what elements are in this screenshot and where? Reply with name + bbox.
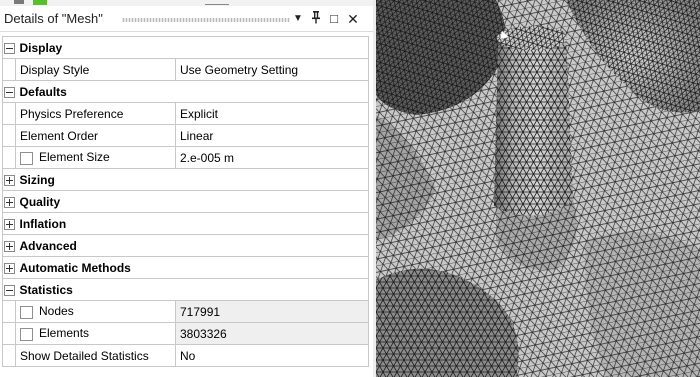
mesh-column-pattern bbox=[494, 29, 573, 216]
category-label[interactable]: Sizing bbox=[15, 168, 369, 191]
category-label[interactable]: Automatic Methods bbox=[15, 256, 369, 279]
category-label[interactable]: Advanced bbox=[15, 234, 369, 257]
category-label[interactable]: Statistics bbox=[15, 278, 369, 301]
property-value[interactable]: Explicit bbox=[175, 102, 369, 125]
category-label[interactable]: Display bbox=[15, 36, 369, 59]
category-row-advanced[interactable]: Advanced bbox=[2, 234, 369, 257]
parameter-checkbox[interactable] bbox=[20, 151, 33, 165]
toolbar-icon[interactable] bbox=[33, 0, 47, 5]
category-label[interactable]: Inflation bbox=[15, 212, 369, 235]
expand-icon[interactable] bbox=[2, 190, 16, 213]
property-label: Display Style bbox=[20, 62, 90, 77]
property-name: Show Detailed Statistics bbox=[15, 344, 176, 367]
mesh-column-top-pattern bbox=[497, 26, 567, 50]
dropdown-icon[interactable]: ▼ bbox=[291, 10, 305, 28]
row-indent bbox=[2, 146, 16, 169]
property-value[interactable]: 2.e-005 m bbox=[175, 146, 369, 169]
property-value: 3803326 bbox=[175, 322, 369, 345]
parameter-checkbox[interactable] bbox=[20, 305, 33, 319]
property-label: Nodes bbox=[39, 304, 74, 319]
details-panel: Details of "Mesh" ▼ □ ✕ Display Display S… bbox=[0, 0, 373, 377]
mesh-lobe-bottom-right-pattern bbox=[585, 232, 700, 377]
property-label: Element Order bbox=[20, 128, 99, 143]
collapse-icon[interactable] bbox=[2, 278, 16, 301]
property-label: Elements bbox=[39, 326, 90, 341]
drag-grip[interactable] bbox=[122, 18, 290, 22]
property-label: Element Size bbox=[39, 150, 110, 165]
row-indent bbox=[2, 58, 16, 81]
property-name: Physics Preference bbox=[15, 102, 176, 125]
mesh-view[interactable] bbox=[376, 0, 700, 377]
row-indent bbox=[2, 124, 16, 147]
category-label[interactable]: Quality bbox=[15, 190, 369, 213]
row-indent bbox=[2, 322, 16, 345]
expand-icon[interactable] bbox=[2, 168, 16, 191]
collapse-icon[interactable] bbox=[2, 36, 16, 59]
expand-icon[interactable] bbox=[2, 212, 16, 235]
category-row-inflation[interactable]: Inflation bbox=[2, 212, 369, 235]
pin-icon[interactable] bbox=[309, 10, 323, 28]
category-row-quality[interactable]: Quality bbox=[2, 190, 369, 213]
close-icon[interactable]: ✕ bbox=[345, 10, 361, 28]
property-row-elements[interactable]: Elements 3803326 bbox=[2, 322, 369, 345]
property-row-nodes[interactable]: Nodes 717991 bbox=[2, 300, 369, 323]
category-row-statistics[interactable]: Statistics bbox=[2, 278, 369, 301]
property-name: Element Order bbox=[15, 124, 176, 147]
expand-icon[interactable] bbox=[2, 256, 16, 279]
parameter-checkbox[interactable] bbox=[20, 327, 33, 341]
toolbar-icon[interactable] bbox=[14, 0, 24, 4]
property-name: Nodes bbox=[15, 300, 176, 323]
maximize-icon[interactable]: □ bbox=[327, 10, 341, 28]
category-row-automatic-methods[interactable]: Automatic Methods bbox=[2, 256, 369, 279]
row-indent bbox=[2, 344, 16, 367]
expand-icon[interactable] bbox=[2, 234, 16, 257]
property-value[interactable]: No bbox=[175, 344, 369, 367]
property-value[interactable]: Use Geometry Setting bbox=[175, 58, 369, 81]
category-row-display[interactable]: Display bbox=[2, 36, 369, 59]
property-row-show-detailed-statistics[interactable]: Show Detailed Statistics No bbox=[2, 344, 369, 367]
category-row-defaults[interactable]: Defaults bbox=[2, 80, 369, 103]
category-row-sizing[interactable]: Sizing bbox=[2, 168, 369, 191]
property-name: Element Size bbox=[15, 146, 176, 169]
toolbar-icon[interactable] bbox=[205, 0, 229, 5]
graphics-viewport[interactable] bbox=[376, 0, 700, 377]
details-grid: Display Display Style Use Geometry Setting… bbox=[2, 36, 369, 367]
property-row-display-style[interactable]: Display Style Use Geometry Setting bbox=[2, 58, 369, 81]
property-label: Physics Preference bbox=[20, 106, 124, 121]
collapse-icon[interactable] bbox=[2, 80, 16, 103]
row-indent bbox=[2, 102, 16, 125]
panel-title: Details of "Mesh" bbox=[4, 11, 103, 26]
property-name: Elements bbox=[15, 322, 176, 345]
row-indent bbox=[2, 300, 16, 323]
property-row-physics-preference[interactable]: Physics Preference Explicit bbox=[2, 102, 369, 125]
category-label[interactable]: Defaults bbox=[15, 80, 369, 103]
property-value[interactable]: Linear bbox=[175, 124, 369, 147]
property-name: Display Style bbox=[15, 58, 176, 81]
property-row-element-order[interactable]: Element Order Linear bbox=[2, 124, 369, 147]
property-label: Show Detailed Statistics bbox=[20, 348, 149, 363]
property-value: 717991 bbox=[175, 300, 369, 323]
property-row-element-size[interactable]: Element Size 2.e-005 m bbox=[2, 146, 369, 169]
details-titlebar: Details of "Mesh" ▼ □ ✕ bbox=[0, 6, 373, 32]
